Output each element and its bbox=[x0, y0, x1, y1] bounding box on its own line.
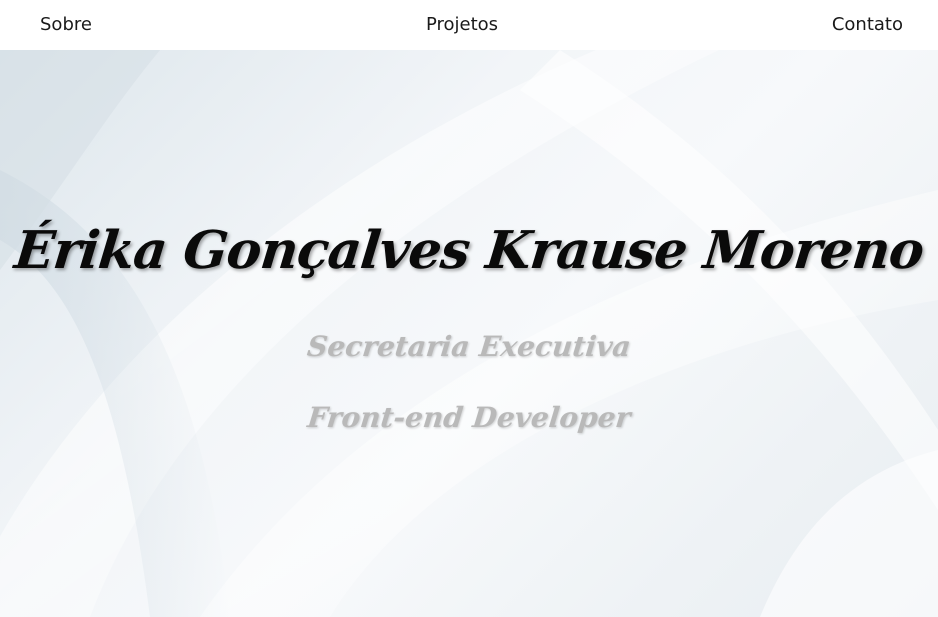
hero-text: Érika Gonçalves Krause Moreno Secretaria… bbox=[0, 50, 938, 617]
role-frontend: Front-end Developer bbox=[305, 401, 633, 434]
nav-link-contato[interactable]: Contato bbox=[832, 13, 903, 37]
nav-link-projetos[interactable]: Projetos bbox=[0, 13, 924, 37]
owner-name-heading: Érika Gonçalves Krause Moreno bbox=[11, 220, 927, 281]
role-secretaria: Secretaria Executiva bbox=[305, 330, 633, 363]
top-navbar: Sobre Projetos Contato bbox=[0, 0, 938, 50]
hero-section: Érika Gonçalves Krause Moreno Secretaria… bbox=[0, 50, 938, 617]
page: Sobre Projetos Contato Érika Gonçalves K… bbox=[0, 0, 938, 617]
